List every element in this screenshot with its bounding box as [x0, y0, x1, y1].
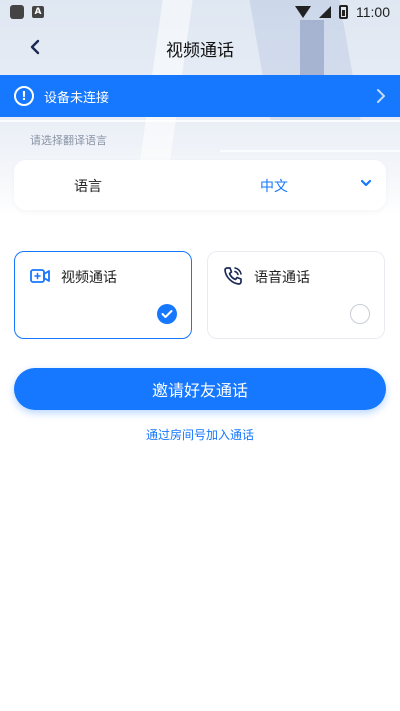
voice-call-label: 语音通话 — [254, 270, 310, 286]
page-title: 视频通话 — [166, 41, 234, 61]
join-by-room-number-link[interactable]: 通过房间号加入通话 — [0, 426, 400, 443]
status-time: 11:00 — [356, 4, 390, 20]
voice-call-option[interactable]: 语音通话 — [207, 251, 385, 339]
video-call-option[interactable]: 视频通话 — [14, 251, 192, 339]
battery-icon — [339, 5, 348, 19]
language-card: 语言 中文 — [14, 160, 386, 210]
wifi-icon — [295, 6, 311, 18]
language-hint: 请选择翻译语言 — [30, 134, 107, 147]
language-value: 中文 — [260, 179, 288, 195]
nav-bar: 视频通话 — [0, 26, 400, 68]
language-dropdown[interactable]: 中文 — [214, 160, 386, 210]
phone-icon — [224, 267, 242, 285]
language-label: 语言 — [74, 179, 102, 195]
device-status-banner[interactable]: ! 设备未连接 — [0, 75, 400, 117]
chevron-right-icon — [377, 89, 385, 103]
chevron-left-icon — [30, 39, 40, 55]
app-notification-icon — [10, 5, 24, 19]
a-notification-icon: A — [32, 6, 44, 18]
back-button[interactable] — [20, 32, 50, 62]
unselected-radio-icon — [350, 304, 370, 324]
signal-icon — [319, 6, 331, 18]
selected-check-icon — [157, 304, 177, 324]
exclamation-icon: ! — [14, 86, 34, 106]
invite-friend-call-button[interactable]: 邀请好友通话 — [14, 368, 386, 410]
video-camera-icon — [30, 269, 50, 283]
video-call-label: 视频通话 — [61, 270, 117, 286]
status-bar: A 11:00 — [0, 0, 400, 24]
chevron-down-icon — [360, 179, 372, 187]
device-status-text: 设备未连接 — [44, 90, 110, 106]
